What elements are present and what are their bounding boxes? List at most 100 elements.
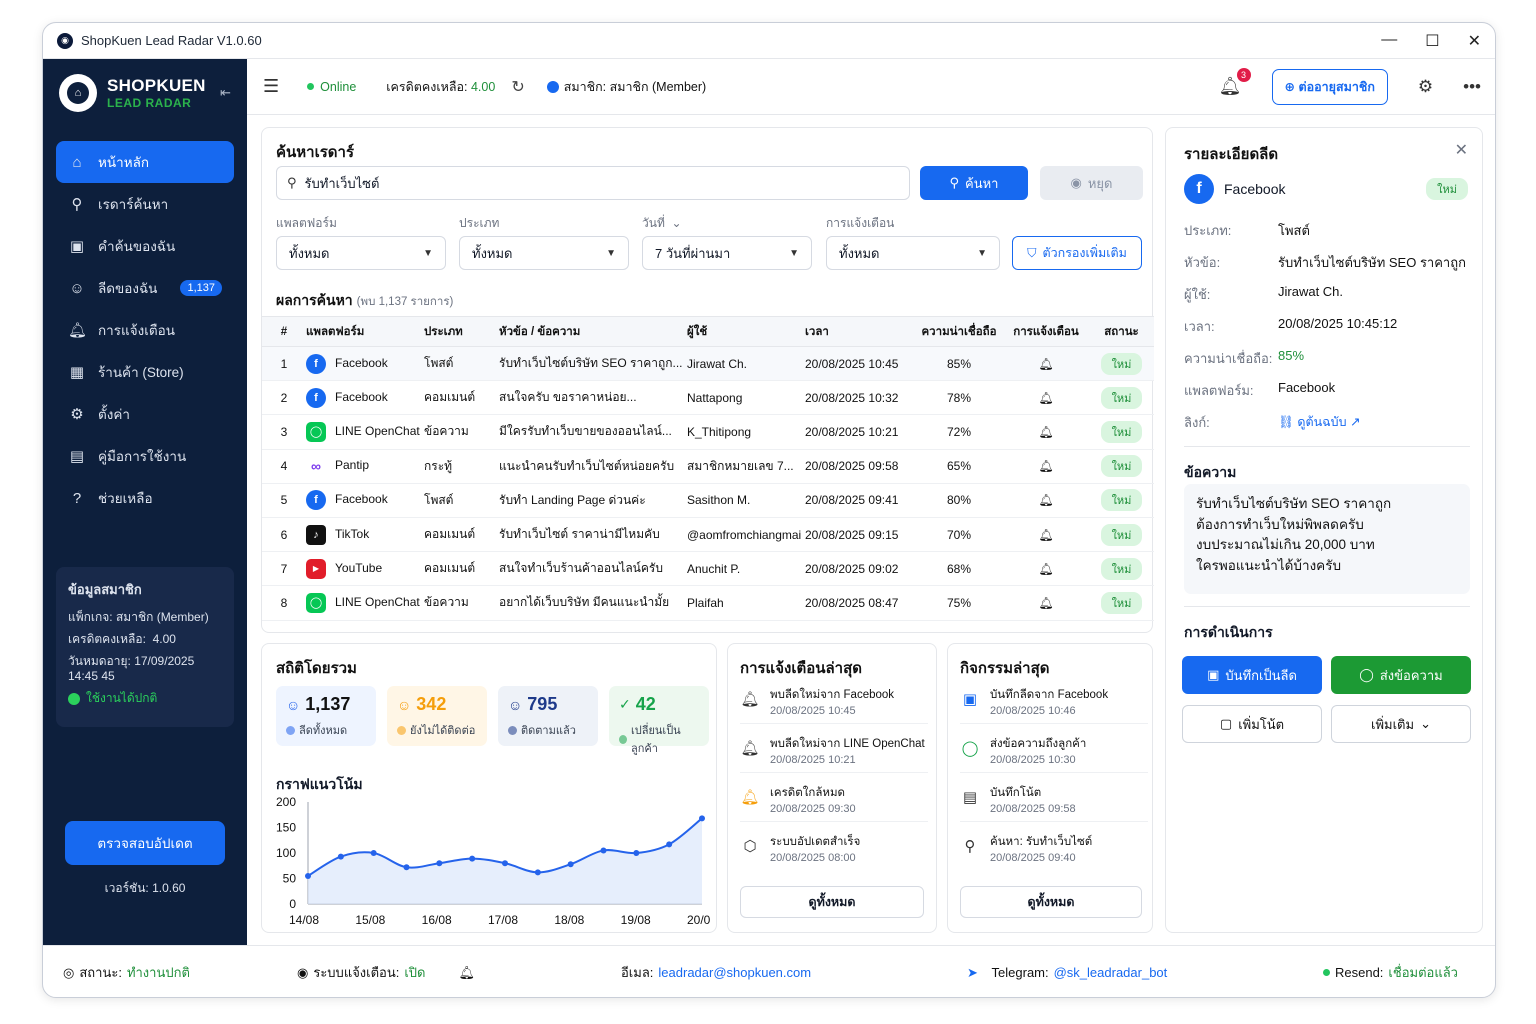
row-notify[interactable]: 🔔︎ [1003, 380, 1089, 416]
list-item[interactable]: 🔔︎ เครดิตใกล้หมด 20/08/2025 09:30 [740, 786, 928, 822]
data-point [567, 861, 574, 868]
view-all-activities-button[interactable]: ดูทั้งหมด [960, 886, 1142, 918]
filter-date-select[interactable]: 7 วันที่ผ่านมา ▼ [642, 236, 812, 270]
send-message-button[interactable]: ◯ ส่งข้อความ [1331, 656, 1471, 694]
sidebar-item-4[interactable]: 🔔︎ การแจ้งเตือน [56, 309, 234, 351]
row-status: ใหม่ [1089, 449, 1154, 484]
sidebar-item-0[interactable]: ⌂ หน้าหลัก [56, 141, 234, 183]
more-options-icon[interactable]: ••• [1463, 77, 1481, 97]
renew-membership-button[interactable]: ⊕ ต่ออายุสมาชิก [1271, 68, 1388, 105]
list-item[interactable]: 🔔︎ พบลีดใหม่จาก Facebook 20/08/2025 10:45 [740, 688, 928, 724]
table-row[interactable]: 4 ∞ Pantip กระทู้ แนะนำคนรับทำเว็บไซต์หน่อยค… [262, 449, 1154, 484]
close-icon[interactable]: ✕ [1455, 140, 1468, 160]
save-lead-button[interactable]: ▣ บันทึกเป็นลีด [1182, 656, 1322, 694]
row-score: 80% [915, 483, 1003, 518]
sidebar-item-8[interactable]: ? ช่วยเหลือ [56, 477, 234, 519]
bell-icon[interactable]: 🔔︎ [459, 965, 476, 981]
view-all-notifications-button[interactable]: ดูทั้งหมด [740, 886, 924, 918]
row-notify[interactable]: 🔔︎ [1003, 585, 1089, 621]
more-filters-button[interactable]: ⛉ ตัวกรองเพิ่มเติม [1012, 236, 1142, 270]
detail-label: ผู้ใช้: [1184, 287, 1211, 302]
sidebar-item-1[interactable]: ⚲ เรดาร์ค้นหา [56, 183, 234, 225]
sidebar-item-5[interactable]: ▦ ร้านค้า (Store) [56, 351, 234, 393]
sidebar-item-6[interactable]: ⚙ ตั้งค่า [56, 393, 234, 435]
search-button[interactable]: ⚲ ค้นหา [920, 166, 1028, 200]
row-number: 3 [262, 414, 306, 450]
row-user: Sasithon M. [687, 483, 805, 518]
filter-notify-select[interactable]: ทั้งหมด ▼ [826, 236, 1000, 270]
maximize-icon[interactable]: ☐ [1425, 31, 1439, 51]
stop-button[interactable]: ◉ หยุด [1040, 166, 1143, 200]
view-source-link[interactable]: ⛓︎ ดูต้นฉบับ ↗ [1278, 412, 1361, 433]
sidebar-item-label: การแจ้งเตือน [98, 323, 175, 338]
add-note-button[interactable]: ▢ เพิ่มโน้ต [1182, 705, 1322, 743]
table-row[interactable]: 3 ◯ LINE OpenChat ข้อความ มีใครรับทำเว็บขายข… [262, 414, 1154, 450]
search-panel-title: ค้นหาเรดาร์ [276, 144, 355, 161]
minimize-icon[interactable]: — [1381, 31, 1397, 51]
table-row[interactable]: 6 ♪ TikTok คอมเมนต์ รับทำเว็บไซต์ ราคาน่ามีไ… [262, 517, 1154, 553]
settings-gear-icon[interactable]: ⚙ [1418, 77, 1433, 97]
filter-platform-label: แพลตฟอร์ม [276, 216, 337, 230]
table-row[interactable]: 1 f Facebook โพสต์ รับทำเว็บไซต์บริษัท SEO ร… [262, 346, 1154, 382]
table-row[interactable]: 2 f Facebook คอมเมนต์ สนใจครับ ขอราคาหน่อย..… [262, 380, 1154, 416]
stat-box[interactable]: ✓ 42 เปลี่ยนเป็นลูกค้า [609, 686, 709, 755]
table-row[interactable]: 7 ▶ YouTube คอมเมนต์ สนใจทำเว็บร้านค้าออนไลน… [262, 551, 1154, 587]
row-number: 8 [262, 585, 306, 621]
item-date: 20/08/2025 10:21 [770, 754, 856, 766]
table-row[interactable]: 8 ◯ LINE OpenChat ข้อความ อยากได้เว็บบริษัท … [262, 585, 1154, 621]
column-header[interactable]: การแจ้งเตือน [1003, 316, 1089, 347]
row-status: ใหม่ [1089, 346, 1154, 382]
item-text: เครดิตใกล้หมด [770, 787, 845, 799]
link-icon: ⛓︎ [1278, 415, 1294, 429]
collapse-sidebar-icon[interactable]: ⇤ [220, 85, 231, 101]
x-tick-label: 14/08 [289, 913, 319, 927]
system-status: ◎ สถานะ: ทำงานปกติ [63, 964, 190, 981]
list-item[interactable]: ▣ บันทึกลีดจาก Facebook 20/08/2025 10:46 [960, 688, 1148, 724]
column-header[interactable]: ประเภท [424, 316, 499, 347]
window-title: ShopKuen Lead Radar V1.0.60 [81, 33, 262, 48]
stat-box[interactable]: ☺ 1,137 ลีดทั้งหมด [276, 686, 376, 746]
table-row[interactable]: 5 f Facebook โพสต์ รับทำ Landing Page ด่วนค่… [262, 483, 1154, 518]
list-item[interactable]: ⚲ ค้นหา: รับทำเว็บไซต์ 20/08/2025 09:40 [960, 835, 1148, 864]
detail-label: ประเภท: [1184, 223, 1232, 238]
item-date: 20/08/2025 08:00 [770, 852, 856, 864]
column-header[interactable]: ความน่าเชื่อถือ [915, 316, 1003, 347]
bell-icon: 🔔︎ [1038, 595, 1054, 610]
column-header[interactable]: แพลตฟอร์ม [306, 316, 424, 347]
list-item[interactable]: 🔔︎ พบลีดใหม่จาก LINE OpenChat 20/08/2025 1… [740, 737, 928, 773]
sidebar-item-3[interactable]: ☺ ลีดของฉัน 1,137 [56, 267, 234, 309]
row-time: 20/08/2025 09:15 [805, 517, 915, 553]
refresh-icon[interactable]: ↻ [511, 77, 524, 97]
x-tick-label: 19/08 [621, 913, 651, 927]
row-notify[interactable]: 🔔︎ [1003, 551, 1089, 587]
close-window-icon[interactable]: ✕ [1468, 31, 1481, 51]
notifications-bell-icon[interactable]: 🔔︎ 3 [1219, 68, 1251, 97]
more-actions-button[interactable]: เพิ่มเติม ⌄ [1331, 705, 1471, 743]
detail-value: Jirawat Ch. [1278, 284, 1344, 299]
list-item[interactable]: ⬡ ระบบอัปเดตสำเร็จ 20/08/2025 08:00 [740, 835, 928, 864]
hamburger-menu-icon[interactable]: ☰ [263, 76, 279, 97]
recent-notifications-panel: การแจ้งเตือนล่าสุด 🔔︎ พบลีดใหม่จาก Facebo… [727, 643, 937, 933]
column-header[interactable]: ผู้ใช้ [687, 316, 805, 347]
check-update-button[interactable]: ตรวจสอบอัปเดต [65, 821, 225, 865]
stat-box[interactable]: ☺ 795 ติดตามแล้ว [498, 686, 598, 746]
sidebar-item-7[interactable]: ▤ คู่มือการใช้งาน [56, 435, 234, 477]
column-header[interactable]: เวลา [805, 316, 915, 347]
row-notify[interactable]: 🔔︎ [1003, 483, 1089, 518]
list-item[interactable]: ◯ ส่งข้อความถึงลูกค้า 20/08/2025 10:30 [960, 737, 1148, 773]
row-notify[interactable]: 🔔︎ [1003, 346, 1089, 382]
list-item[interactable]: ▤ บันทึกโน้ต 20/08/2025 09:58 [960, 786, 1148, 822]
column-header[interactable]: สถานะ [1089, 316, 1154, 347]
platform-icon: f [306, 387, 326, 408]
row-notify[interactable]: 🔔︎ [1003, 414, 1089, 450]
row-notify[interactable]: 🔔︎ [1003, 517, 1089, 553]
search-input[interactable]: ⚲ รับทำเว็บไซต์ [276, 166, 910, 200]
column-header[interactable]: # [262, 316, 306, 347]
filter-type-select[interactable]: ทั้งหมด ▼ [459, 236, 629, 270]
stat-box[interactable]: ☺ 342 ยังไม่ได้ติดต่อ [387, 686, 487, 746]
filter-platform-select[interactable]: ทั้งหมด ▼ [276, 236, 446, 270]
item-date: 20/08/2025 10:45 [770, 705, 856, 717]
row-notify[interactable]: 🔔︎ [1003, 449, 1089, 484]
column-header[interactable]: หัวข้อ / ข้อความ [499, 316, 687, 347]
sidebar-item-2[interactable]: ▣ คำค้นของฉัน [56, 225, 234, 267]
